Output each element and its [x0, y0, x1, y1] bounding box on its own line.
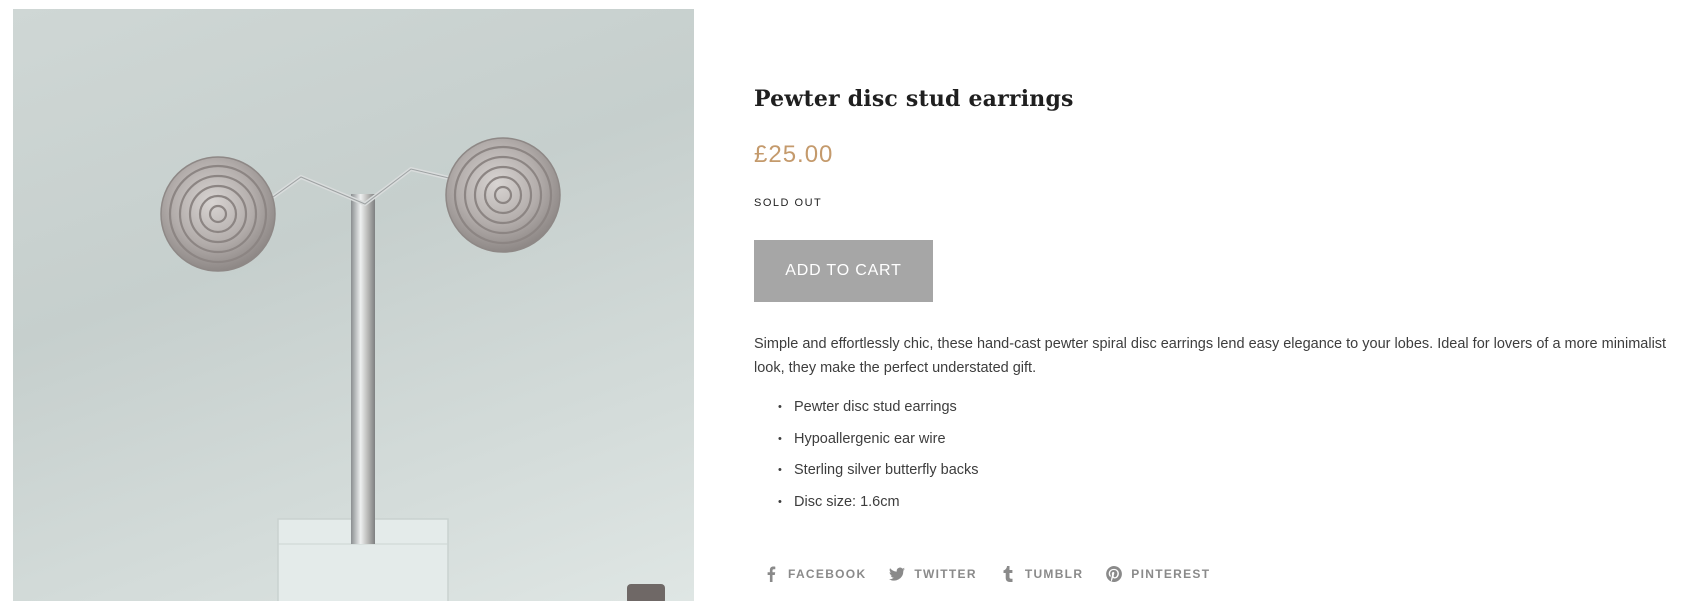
- share-label: TWITTER: [914, 567, 977, 581]
- share-bar: FACEBOOK TWITTER TUMBLR PINTEREST: [762, 565, 1232, 583]
- add-to-cart-button[interactable]: ADD TO CART: [754, 240, 933, 302]
- stock-status: SOLD OUT: [754, 197, 823, 209]
- product-price: £25.00: [754, 141, 834, 168]
- feature-item: Sterling silver butterfly backs: [778, 458, 979, 490]
- share-facebook-link[interactable]: FACEBOOK: [762, 565, 866, 583]
- twitter-icon: [888, 565, 906, 583]
- product-description: Simple and effortlessly chic, these hand…: [754, 336, 1667, 376]
- feature-item: Pewter disc stud earrings: [778, 395, 979, 427]
- share-tumblr-link[interactable]: TUMBLR: [999, 565, 1083, 583]
- earrings-photo: [160, 137, 665, 601]
- tumblr-icon: [999, 565, 1017, 583]
- share-pinterest-link[interactable]: PINTEREST: [1105, 565, 1210, 583]
- product-image[interactable]: [13, 9, 694, 601]
- share-label: PINTEREST: [1131, 567, 1211, 581]
- facebook-icon: [762, 565, 780, 583]
- feature-list: Pewter disc stud earrings Hypoallergenic…: [778, 395, 979, 522]
- product-title: Pewter disc stud earrings: [754, 86, 1074, 112]
- pinterest-icon: [1105, 565, 1123, 583]
- share-label: TUMBLR: [1024, 567, 1084, 581]
- share-label: FACEBOOK: [788, 567, 867, 581]
- share-twitter-link[interactable]: TWITTER: [888, 565, 976, 583]
- feature-item: Disc size: 1.6cm: [778, 490, 979, 522]
- feature-item: Hypoallergenic ear wire: [778, 427, 979, 459]
